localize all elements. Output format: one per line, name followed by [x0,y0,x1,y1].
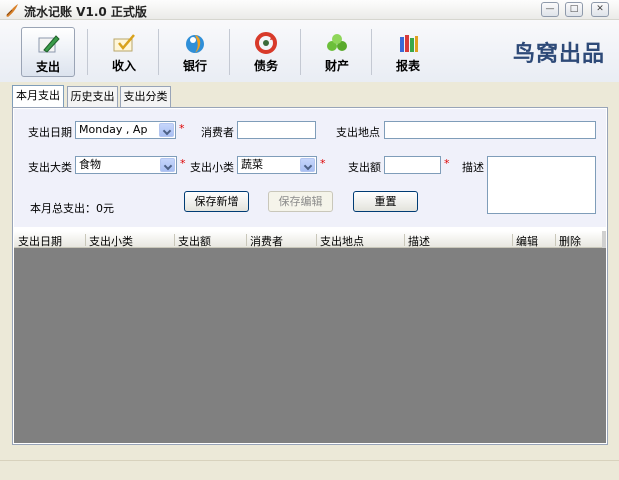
description-label: 描述 [462,161,484,174]
column-header[interactable]: 支出额 [178,233,211,249]
chevron-down-icon[interactable] [159,123,174,137]
amount-label: 支出额 [348,161,381,174]
subcategory-label: 支出小类 [190,161,234,174]
column-divider[interactable] [555,234,556,246]
debt-cycle-icon [255,32,277,54]
tab-this-month[interactable]: 本月支出 [12,85,64,108]
required-mark: * [180,157,186,170]
column-header[interactable]: 描述 [408,233,430,249]
column-divider[interactable] [316,234,317,246]
category-select[interactable]: 食物 [75,156,177,174]
toolbar-label: 收入 [111,59,136,73]
column-header[interactable]: 消费者 [250,233,283,249]
column-header[interactable]: 支出日期 [18,233,62,249]
tab-categories[interactable]: 支出分类 [120,86,171,107]
toolbar-label: 财产 [324,59,349,73]
save-edit-button[interactable]: 保存编辑 [268,191,333,212]
pencil-paper-icon [38,35,60,53]
category-value: 食物 [79,158,101,171]
toolbar-label: 报表 [395,59,420,73]
consumer-label: 消费者 [201,126,234,139]
toolbar-button-debt[interactable]: 债务 [239,27,293,77]
toolbar-button-bank[interactable]: 银行 [168,27,222,77]
toolbar-button-property[interactable]: 财产 [310,27,364,77]
toolbar-separator [229,29,230,75]
date-value: Monday , Ap [79,123,148,136]
column-header[interactable]: 编辑 [516,233,538,249]
monthly-total: 本月总支出：0元 [30,202,114,215]
reset-button[interactable]: 重置 [353,191,418,212]
app-logo-icon [6,4,18,17]
column-header[interactable]: 支出地点 [320,233,364,249]
column-divider[interactable] [174,234,175,246]
main-toolbar: 支出 收入 银行 债务 财产 报表 鸟窝出品 [0,20,619,82]
chevron-down-icon[interactable] [300,158,315,172]
subcategory-select[interactable]: 蔬菜 [237,156,317,174]
column-divider[interactable] [404,234,405,246]
amount-input[interactable] [384,156,441,174]
toolbar-label: 债务 [253,59,278,73]
required-mark: * [320,157,326,170]
save-new-button[interactable]: 保存新增 [184,191,249,212]
toolbar-label: 银行 [182,59,207,73]
category-label: 支出大类 [28,161,72,174]
column-header[interactable]: 支出小类 [89,233,133,249]
close-button[interactable]: ✕ [591,2,609,17]
column-divider[interactable] [85,234,86,246]
tab-history[interactable]: 历史支出 [67,86,118,107]
title-bar: 流水记账 V1.0 正式版 — □ ✕ [0,0,619,20]
toolbar-label: 支出 [35,60,60,74]
place-label: 支出地点 [336,126,380,139]
expense-form: 支出日期 Monday , Ap * 消费者 支出地点 支出大类 食物 * 支出… [14,109,606,227]
toolbar-button-expense[interactable]: 支出 [21,27,75,77]
chevron-down-icon[interactable] [160,158,175,172]
toolbar-separator [300,29,301,75]
bank-swirl-icon [186,35,204,53]
toolbar-button-report[interactable]: 报表 [381,27,435,77]
status-bar [0,460,619,480]
toolbar-button-income[interactable]: 收入 [97,27,151,77]
envelope-check-icon [113,34,135,52]
minimize-button[interactable]: — [541,2,559,17]
expense-panel: 支出日期 Monday , Ap * 消费者 支出地点 支出大类 食物 * 支出… [12,107,608,445]
column-divider[interactable] [246,234,247,246]
toolbar-separator [371,29,372,75]
property-group-icon [327,34,347,51]
expense-grid[interactable]: 支出日期 支出小类 支出额 消费者 支出地点 描述 编辑 删除 [14,231,606,443]
required-mark: * [179,122,185,135]
brand-logo: 鸟窝出品 [512,42,605,67]
toolbar-separator [87,29,88,75]
required-mark: * [444,157,450,170]
column-divider[interactable] [512,234,513,246]
subcategory-value: 蔬菜 [241,158,263,171]
report-books-icon [400,35,418,52]
grid-header: 支出日期 支出小类 支出额 消费者 支出地点 描述 编辑 删除 [14,231,602,248]
date-picker[interactable]: Monday , Ap [75,121,176,139]
toolbar-separator [158,29,159,75]
place-input[interactable] [384,121,596,139]
grid-scrollbar[interactable] [602,231,606,248]
consumer-input[interactable] [237,121,316,139]
description-textarea[interactable] [487,156,596,214]
window-title: 流水记账 V1.0 正式版 [24,5,147,19]
date-label: 支出日期 [28,126,72,139]
column-header[interactable]: 删除 [559,233,581,249]
maximize-button[interactable]: □ [565,2,583,17]
